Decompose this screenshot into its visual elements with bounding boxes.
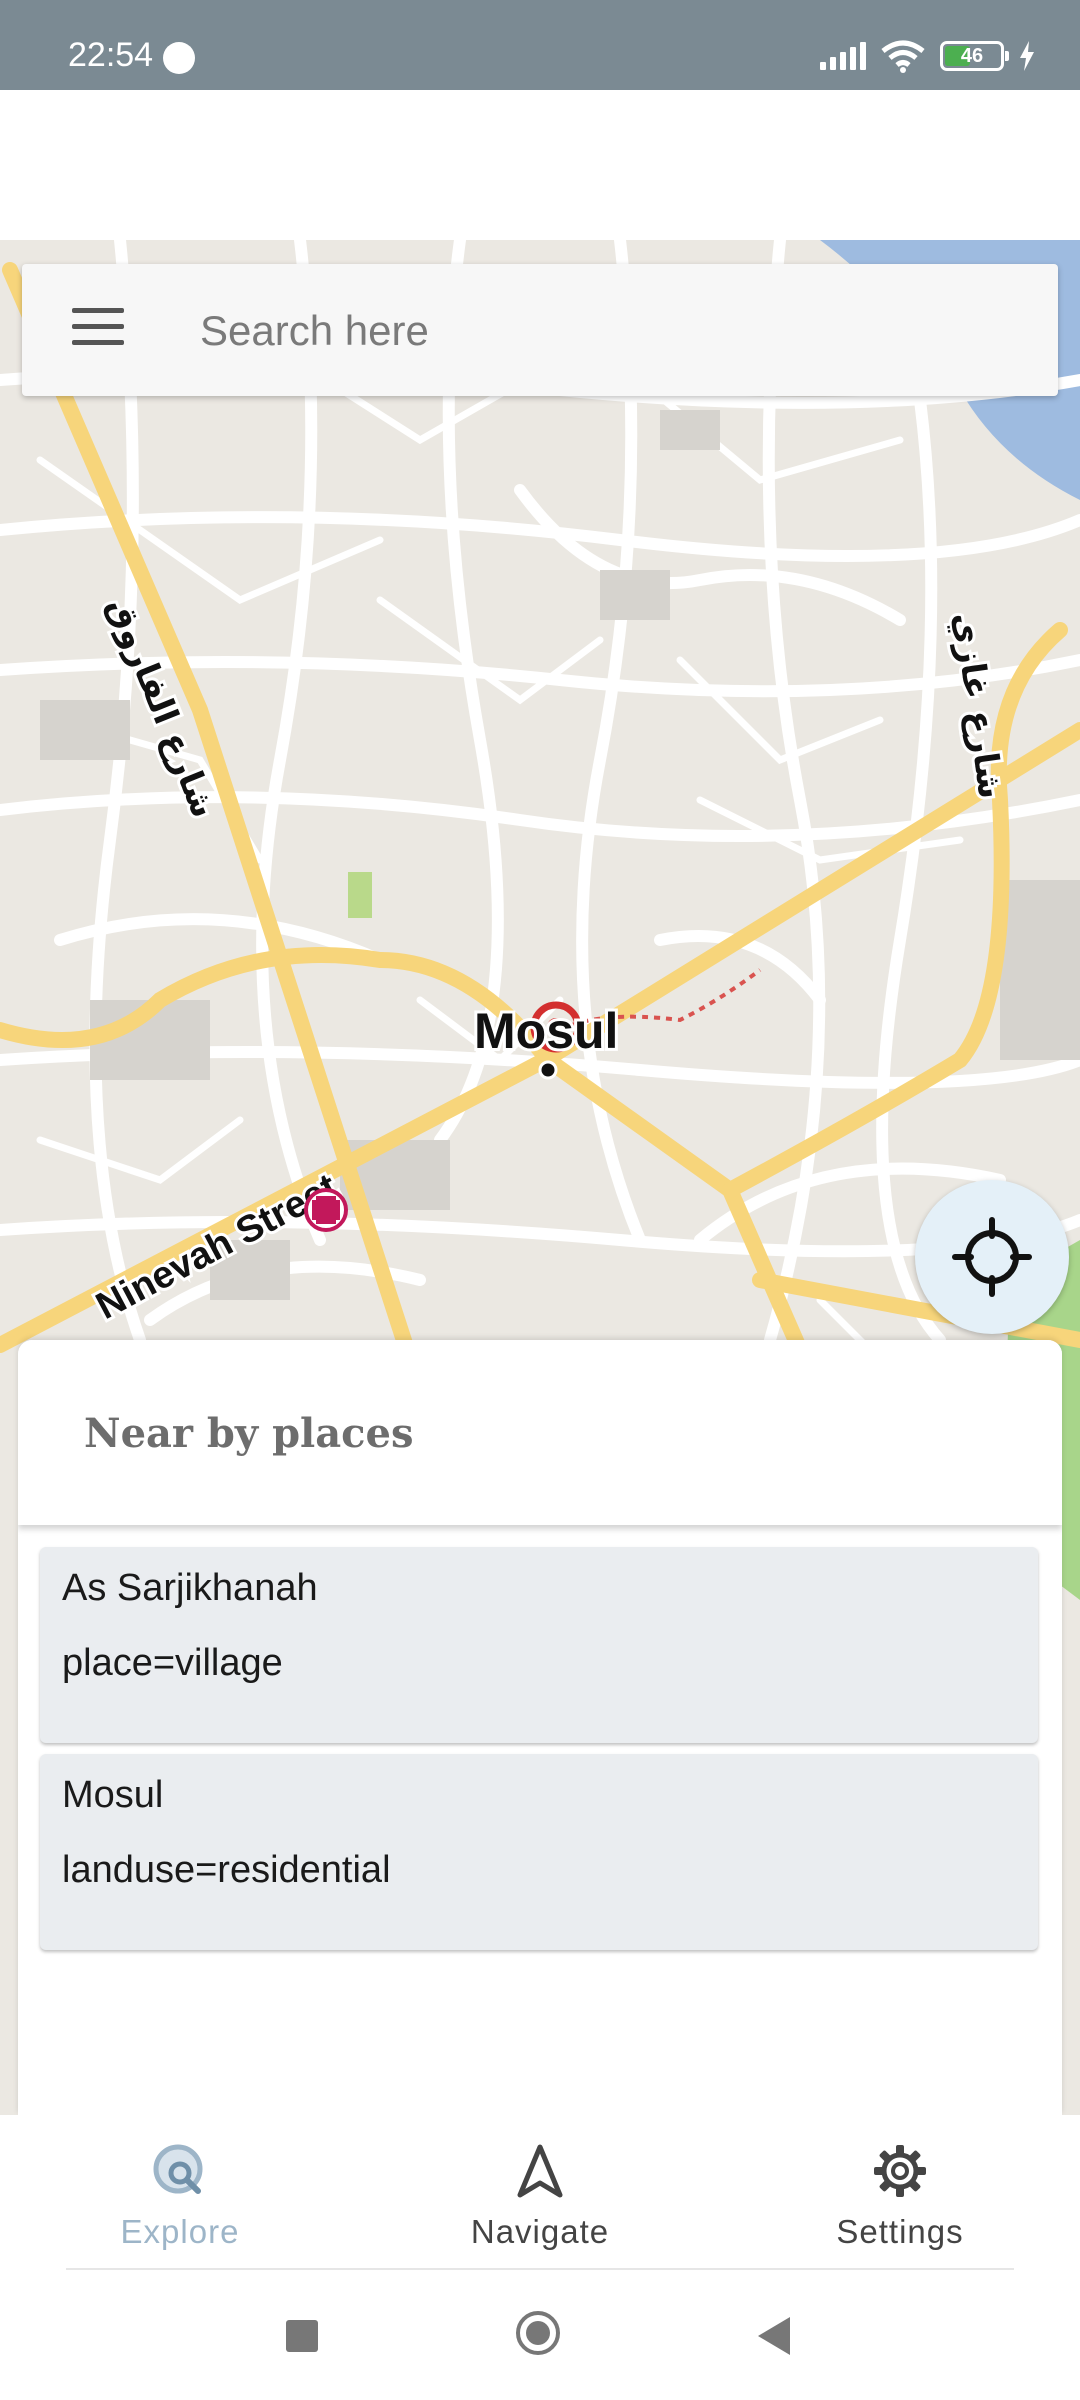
status-indicators: 46 (820, 36, 1036, 76)
nav-navigate[interactable]: Navigate (390, 2115, 690, 2270)
nearby-places-sheet[interactable]: Near by places As Sarjikhanah place=vill… (18, 1340, 1062, 2115)
street-label-ninevah: Ninevah Street (90, 1166, 345, 1328)
nav-settings[interactable]: Settings (750, 2115, 1050, 2270)
home-icon[interactable] (516, 2311, 560, 2355)
place-tag: place=village (62, 1642, 283, 1684)
battery-level: 46 (960, 45, 984, 67)
system-navigation-bar (0, 2270, 1080, 2400)
recent-apps-icon[interactable] (286, 2320, 318, 2352)
my-location-button[interactable] (915, 1180, 1069, 1334)
hospital-marker-icon[interactable] (304, 1188, 348, 1232)
menu-icon[interactable] (72, 308, 124, 352)
navigate-arrow-icon (517, 2144, 563, 2198)
nearby-title: Near by places (84, 1410, 414, 1457)
wifi-icon (881, 40, 925, 73)
search-bar (22, 264, 1058, 396)
place-name: Mosul (62, 1774, 164, 1816)
place-card[interactable]: Mosul landuse=residential (40, 1754, 1038, 1950)
gear-icon (874, 2145, 926, 2197)
battery-icon: 46 (940, 41, 1009, 71)
nav-explore[interactable]: Explore (30, 2115, 330, 2270)
nav-label: Navigate (470, 2213, 610, 2250)
notification-icon (163, 42, 195, 74)
bottom-navigation: Explore Navigate Settings (0, 2115, 1080, 2270)
park-small (348, 872, 372, 918)
nav-label: Settings (836, 2213, 964, 2250)
city-dot (538, 1060, 558, 1080)
status-time: 22:54 (68, 36, 154, 74)
place-tag: landuse=residential (62, 1849, 391, 1891)
nav-label: Explore (120, 2213, 240, 2250)
explore-icon (153, 2144, 203, 2194)
sheet-header: Near by places (18, 1340, 1062, 1525)
charging-icon (1020, 41, 1034, 71)
crosshair-icon (952, 1217, 1032, 1297)
status-bar: 22:54 46 (0, 0, 1080, 90)
cellular-signal-icon (820, 42, 866, 70)
place-name: As Sarjikhanah (62, 1567, 318, 1609)
search-input[interactable] (198, 298, 1022, 364)
back-icon[interactable] (758, 2317, 790, 2355)
city-label: Mosul (474, 1003, 618, 1059)
place-card[interactable]: As Sarjikhanah place=village (40, 1547, 1038, 1743)
